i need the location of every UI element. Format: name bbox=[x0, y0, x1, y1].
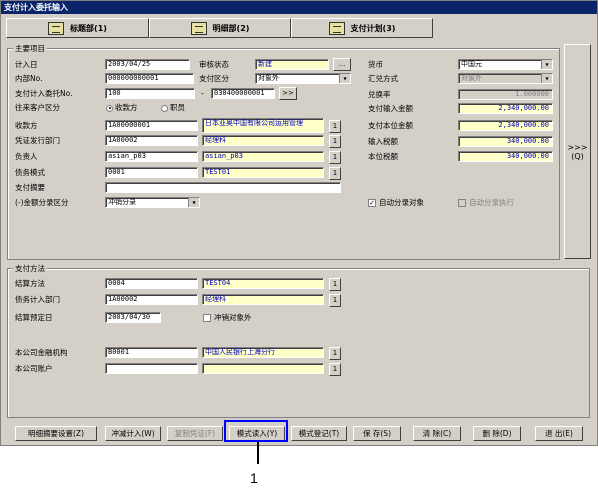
person-name-field: asian_p03 bbox=[202, 151, 324, 162]
tab-header[interactable]: 标题部(1) bbox=[6, 18, 149, 38]
debt-mode-code-input[interactable]: 0001 bbox=[105, 167, 198, 178]
main-items-title: 主要项目 bbox=[13, 43, 47, 54]
rate-field: 1.000000 bbox=[458, 89, 553, 100]
callout-line bbox=[257, 442, 259, 464]
pay-base-amount-label: 支付本位金额 bbox=[368, 121, 413, 130]
window-title: 支付计入委托输入 bbox=[1, 1, 597, 14]
bank-lookup-button[interactable]: 1 bbox=[329, 347, 341, 360]
monitor-icon bbox=[328, 21, 345, 35]
payment-method-title: 支付方法 bbox=[13, 263, 47, 274]
tab-payment-plan[interactable]: 支付计划(3) bbox=[291, 18, 433, 38]
voucher-dept-label: 凭证发行部门 bbox=[15, 136, 60, 145]
account-lookup-button[interactable]: 1 bbox=[329, 363, 341, 376]
person-label: 负责人 bbox=[15, 152, 38, 161]
base-tax-field: 340,000.00 bbox=[458, 151, 553, 162]
person-code-input[interactable]: asian_p03 bbox=[105, 151, 198, 162]
bank-code-input[interactable]: B0001 bbox=[105, 347, 198, 358]
offset-checkbox[interactable]: 冲销对象外 bbox=[203, 312, 252, 323]
debt-mode-name-field: TEST01 bbox=[202, 167, 324, 178]
radio-payee[interactable]: 收款方 bbox=[106, 102, 138, 113]
request-no-input[interactable]: 100 bbox=[105, 88, 195, 99]
tab-bar: 标题部(1) 明细部(2) 支付计划(3) bbox=[1, 15, 597, 39]
payment-method-group bbox=[7, 268, 590, 418]
side-expand-button[interactable]: >>> (Q) bbox=[564, 44, 591, 259]
review-status-field: 新建 bbox=[255, 59, 329, 70]
pay-base-amount-field: 2,340,000.00 bbox=[458, 120, 553, 131]
account-name-field bbox=[202, 363, 324, 374]
internal-no-label: 内部No. bbox=[15, 74, 43, 83]
highlight-box bbox=[224, 420, 288, 442]
counterparty-type-label: 往来客户区分 bbox=[15, 103, 60, 112]
voucher-dept-name-field: 经理科 bbox=[202, 135, 324, 146]
summary-label: 支付摘要 bbox=[15, 183, 45, 192]
request-no-label: 支付计入委托No. bbox=[15, 89, 73, 98]
settle-method-code-input[interactable]: 0004 bbox=[105, 278, 198, 289]
rate-method-label: 汇兑方式 bbox=[368, 74, 398, 83]
tab-detail[interactable]: 明细部(2) bbox=[149, 18, 291, 38]
copy-voucher-button: 复制凭证(F) bbox=[167, 426, 223, 441]
voucher-dept-lookup-button[interactable]: 1 bbox=[329, 135, 341, 148]
review-status-label: 审核状态 bbox=[199, 60, 229, 69]
request-no-separator: - bbox=[201, 89, 204, 98]
debt-dept-lookup-button[interactable]: 1 bbox=[329, 294, 341, 307]
ledger-icon bbox=[190, 21, 207, 35]
payee-name-field: 日本亚奥中国有限公司运用管理 bbox=[202, 118, 324, 133]
delete-button[interactable]: 删 除(D) bbox=[473, 426, 521, 441]
radio-employee[interactable]: 职员 bbox=[161, 102, 185, 113]
payment-class-select[interactable]: 对象外 bbox=[255, 73, 351, 84]
input-tax-label: 输入税额 bbox=[368, 137, 398, 146]
debt-mode-label: 债务模式 bbox=[15, 168, 45, 177]
application-window: 支付计入委托输入 标题部(1) 明细部(2) 支付计划(3) 主要项目 计入日 … bbox=[0, 0, 598, 446]
detail-summary-settings-button[interactable]: 明细摘要设置(Z) bbox=[15, 426, 97, 441]
register-pattern-button[interactable]: 模式登记(T) bbox=[291, 426, 347, 441]
entry-date-input[interactable]: 2003/04/25 bbox=[105, 59, 190, 70]
settle-date-input[interactable]: 2003/04/30 bbox=[105, 312, 161, 323]
amount-class-label: (-)金额分录区分 bbox=[15, 198, 69, 207]
account-code-input[interactable] bbox=[105, 363, 198, 374]
auto-exec-checkbox: 自动分录执行 bbox=[458, 197, 514, 208]
payment-class-label: 支付区分 bbox=[199, 74, 229, 83]
debt-mode-lookup-button[interactable]: 1 bbox=[329, 167, 341, 180]
book-icon bbox=[48, 21, 65, 35]
bank-name-field: 中国人民银行上海分行 bbox=[202, 347, 324, 358]
base-tax-label: 本位税额 bbox=[368, 152, 398, 161]
review-lookup-button[interactable]: ... bbox=[333, 58, 351, 71]
rate-label: 兑换率 bbox=[368, 90, 391, 99]
pay-amount-label: 支付输入金额 bbox=[368, 104, 413, 113]
payee-label: 收款方 bbox=[15, 121, 38, 130]
save-button[interactable]: 保 存(S) bbox=[353, 426, 401, 441]
entry-date-label: 计入日 bbox=[15, 60, 38, 69]
debt-dept-code-input[interactable]: 1A00002 bbox=[105, 294, 198, 305]
currency-label: 货币 bbox=[368, 60, 383, 69]
amount-class-select[interactable]: 冲销分录 bbox=[105, 197, 200, 208]
summary-input[interactable] bbox=[105, 182, 341, 193]
request-no-suffix-input[interactable]: 030400000001 bbox=[211, 88, 275, 99]
settle-method-name-field: TEST04 bbox=[202, 278, 324, 289]
bank-label: 本公司金融机构 bbox=[15, 348, 68, 357]
currency-select[interactable]: 中国元 bbox=[458, 59, 553, 70]
internal-no-input[interactable]: 000000000001 bbox=[105, 73, 194, 84]
debt-dept-name-field: 经理科 bbox=[202, 294, 324, 305]
input-tax-field: 340,000.00 bbox=[458, 136, 553, 147]
auto-entry-checkbox[interactable]: ✓ 自动分录对象 bbox=[368, 197, 424, 208]
callout-number: 1 bbox=[250, 470, 258, 486]
account-label: 本公司账户 bbox=[15, 364, 53, 373]
range-button[interactable]: >> bbox=[279, 87, 297, 100]
payee-lookup-button[interactable]: 1 bbox=[329, 120, 341, 133]
settle-method-lookup-button[interactable]: 1 bbox=[329, 278, 341, 291]
clear-button[interactable]: 清 除(C) bbox=[413, 426, 461, 441]
person-lookup-button[interactable]: 1 bbox=[329, 151, 341, 164]
pay-amount-field: 2,340,000.00 bbox=[458, 103, 553, 114]
settle-method-label: 结算方法 bbox=[15, 279, 45, 288]
debt-dept-label: 债务计入部门 bbox=[15, 295, 60, 304]
payee-code-input[interactable]: 1A00000001 bbox=[105, 120, 198, 131]
chevron-right-icon: >>> bbox=[567, 142, 588, 152]
settle-date-label: 结算预定日 bbox=[15, 313, 53, 322]
rate-method-select: 对象外 bbox=[458, 73, 553, 84]
exit-button[interactable]: 退 出(E) bbox=[535, 426, 583, 441]
offset-entry-button[interactable]: 冲减计入(W) bbox=[105, 426, 161, 441]
voucher-dept-code-input[interactable]: 1A00002 bbox=[105, 135, 198, 146]
